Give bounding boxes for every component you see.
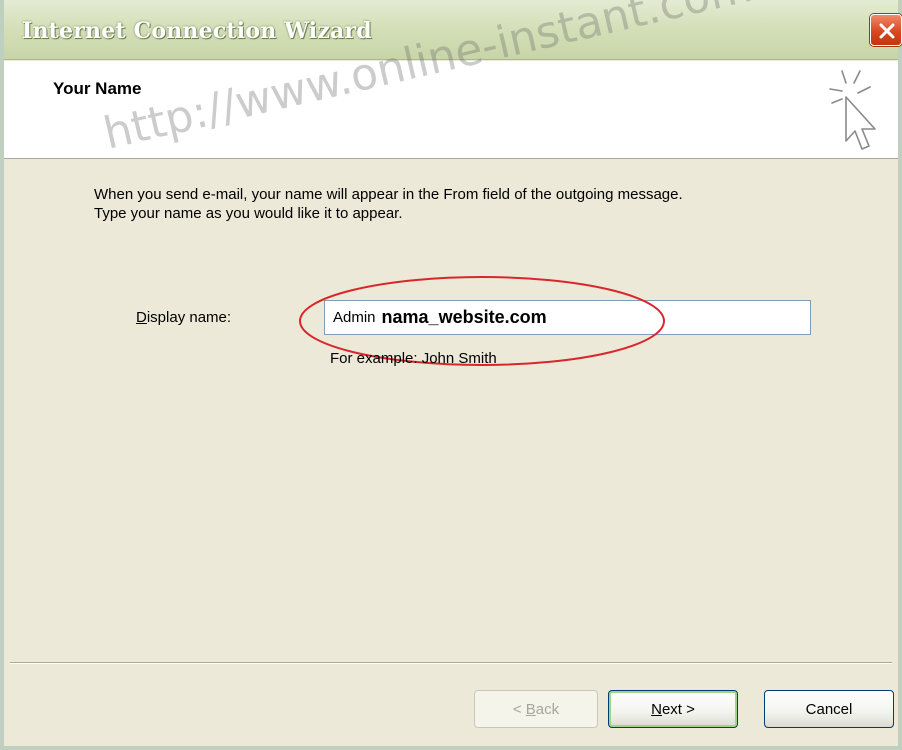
display-name-label: Display name: [136,309,231,326]
example-hint: For example: John Smith [330,350,497,367]
intro-text: When you send e-mail, your name will app… [94,185,874,223]
display-name-value-bold: nama_website.com [381,307,547,327]
close-icon [879,23,895,39]
next-button-rest: ext > [661,700,695,718]
cancel-button[interactable]: Cancel [764,690,894,728]
wizard-cursor-icon [829,70,876,150]
title-bar[interactable]: Internet Connection Wizard [4,0,902,60]
wizard-header: Your Name [4,61,898,159]
intro-line-1: When you send e-mail, your name will app… [94,186,683,203]
back-button-prefix: < [512,700,526,718]
next-button-mnemonic: N [651,700,662,718]
page-title: Your Name [53,79,142,98]
window-title: Internet Connection Wizard [22,18,372,44]
back-button-rest: ack [535,700,560,718]
next-button[interactable]: Next > [608,690,738,728]
display-name-input[interactable]: Admin nama_website.com [324,300,811,335]
intro-line-2: Type your name as you would like it to a… [94,205,403,222]
back-button[interactable]: < Back [474,690,598,728]
display-name-label-mnemonic: D [136,309,147,326]
close-button[interactable] [870,14,902,46]
display-name-value-prefix: Admin [333,309,376,326]
button-separator [10,662,892,664]
wizard-window: Internet Connection Wizard Your Name htt… [0,0,902,750]
back-button-mnemonic: B [525,700,536,718]
display-name-label-rest: isplay name: [146,309,232,326]
